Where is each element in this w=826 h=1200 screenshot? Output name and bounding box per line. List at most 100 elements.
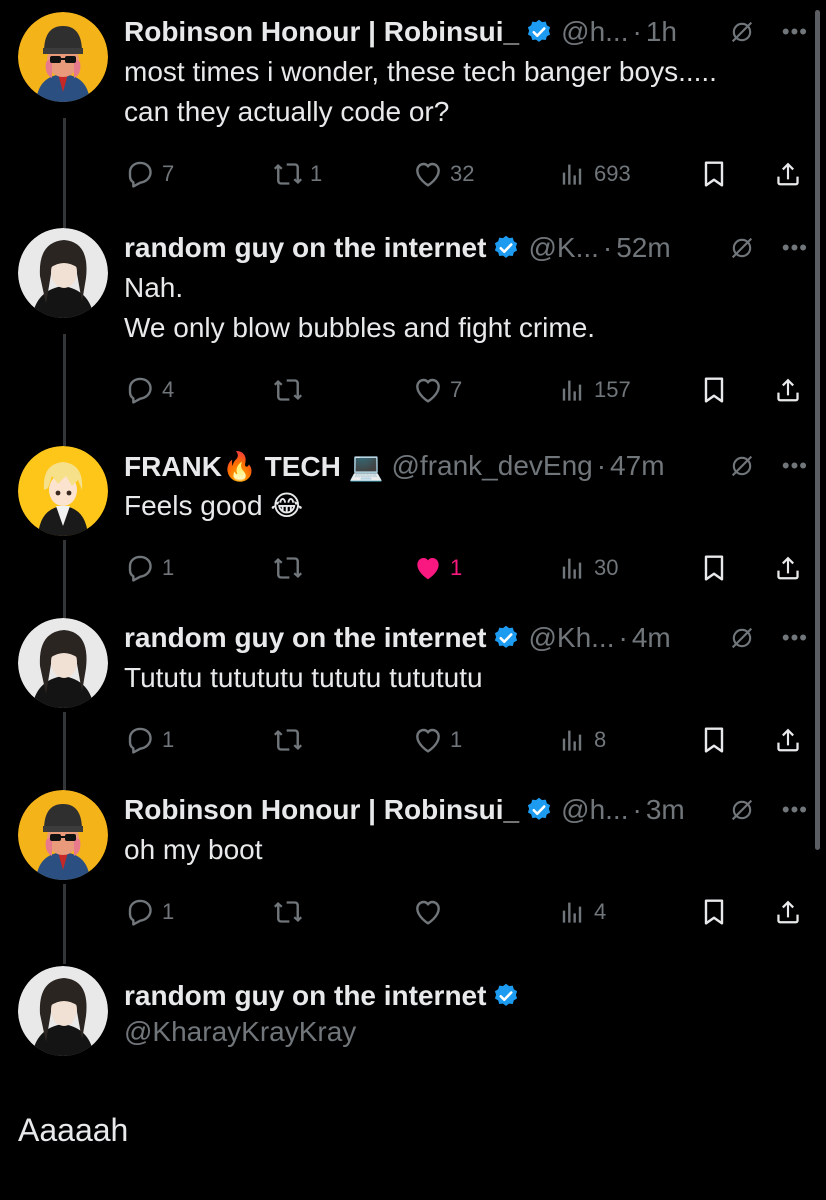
avatar[interactable]	[18, 446, 108, 536]
separator-dot: ·	[618, 622, 628, 653]
retweet-button[interactable]	[272, 374, 310, 406]
grok-icon[interactable]	[728, 234, 756, 262]
view-count: 8	[594, 727, 607, 752]
share-button[interactable]	[772, 552, 804, 584]
grok-icon[interactable]	[728, 796, 756, 824]
author-handle[interactable]: @K...	[528, 232, 598, 264]
tweet-actions: 1 1 30	[124, 548, 806, 588]
views-icon	[556, 374, 588, 406]
retweet-icon	[272, 724, 304, 756]
author-name[interactable]: random guy on the internet	[124, 980, 486, 1012]
more-options-icon[interactable]: •••	[782, 799, 808, 821]
grok-icon[interactable]	[728, 624, 756, 652]
main-tweet-text: Aaaaah	[18, 1112, 129, 1148]
bookmark-icon	[698, 552, 730, 584]
bookmark-button[interactable]	[698, 552, 730, 584]
heart-filled-icon	[412, 552, 444, 584]
avatar[interactable]	[18, 966, 108, 1056]
bookmark-button[interactable]	[698, 896, 730, 928]
verified-badge-icon	[528, 19, 551, 42]
like-button[interactable]: 32	[412, 158, 474, 190]
avatar[interactable]	[18, 12, 108, 102]
bookmark-button[interactable]	[698, 724, 730, 756]
reply-button[interactable]: 1	[124, 724, 174, 756]
bookmark-button[interactable]	[698, 158, 730, 190]
thread-line	[63, 118, 66, 228]
author-name[interactable]: random guy on the internet	[124, 622, 486, 654]
retweet-icon	[272, 896, 304, 928]
author-name[interactable]: Robinson Honour | Robinsui_	[124, 16, 519, 48]
more-options-icon[interactable]: •••	[782, 237, 808, 259]
author-name[interactable]: random guy on the internet	[124, 232, 486, 264]
retweet-icon	[272, 552, 304, 584]
bookmark-icon	[698, 158, 730, 190]
share-icon	[772, 896, 804, 928]
reply-count: 7	[162, 161, 175, 186]
like-button[interactable]: 1	[412, 552, 462, 584]
share-button[interactable]	[772, 896, 804, 928]
avatar[interactable]	[18, 228, 108, 318]
like-button[interactable]	[412, 896, 450, 928]
reply-button[interactable]: 1	[124, 552, 174, 584]
view-count: 693	[594, 161, 631, 186]
reply-icon	[124, 896, 156, 928]
views-button[interactable]: 8	[556, 724, 606, 756]
views-icon	[556, 724, 588, 756]
thread-line	[63, 884, 66, 964]
like-button[interactable]: 7	[412, 374, 462, 406]
views-button[interactable]: 4	[556, 896, 606, 928]
retweet-button[interactable]	[272, 896, 310, 928]
scrollbar[interactable]	[815, 10, 820, 850]
reply-button[interactable]: 7	[124, 158, 174, 190]
views-button[interactable]: 693	[556, 158, 631, 190]
more-options-icon[interactable]: •••	[782, 455, 808, 477]
verified-badge-icon	[528, 797, 551, 820]
author-name[interactable]: Robinson Honour | Robinsui_	[124, 794, 519, 826]
author-handle[interactable]: @KharayKrayKray	[124, 1016, 808, 1048]
separator-dot: ·	[632, 794, 642, 825]
retweet-count: 1	[310, 161, 323, 186]
views-button[interactable]: 157	[556, 374, 631, 406]
bookmark-button[interactable]	[698, 374, 730, 406]
heart-icon	[412, 374, 444, 406]
more-options-icon[interactable]: •••	[782, 21, 808, 43]
views-icon	[556, 896, 588, 928]
reply-button[interactable]: 1	[124, 896, 174, 928]
share-button[interactable]	[772, 724, 804, 756]
thread-line	[63, 334, 66, 446]
like-button[interactable]: 1	[412, 724, 462, 756]
reply-button[interactable]: 4	[124, 374, 174, 406]
author-handle[interactable]: @frank_devEng	[392, 450, 593, 482]
heart-icon	[412, 724, 444, 756]
tweet-text-line: Nah.	[124, 272, 184, 303]
separator-dot: ·	[632, 16, 642, 47]
timestamp[interactable]: 1h	[646, 16, 677, 48]
avatar[interactable]	[18, 790, 108, 880]
views-icon	[556, 552, 588, 584]
author-handle[interactable]: @h...	[561, 16, 628, 48]
author-name[interactable]: FRANK🔥 TECH 💻	[124, 450, 384, 483]
grok-icon[interactable]	[728, 452, 756, 480]
author-handle[interactable]: @h...	[561, 794, 628, 826]
share-button[interactable]	[772, 374, 804, 406]
avatar[interactable]	[18, 618, 108, 708]
more-options-icon[interactable]: •••	[782, 627, 808, 649]
retweet-button[interactable]	[272, 552, 310, 584]
thread-line	[63, 540, 66, 620]
timestamp[interactable]: 52m	[616, 232, 670, 264]
retweet-button[interactable]: 1	[272, 158, 322, 190]
tweet-text-line: oh my boot	[124, 834, 263, 865]
share-button[interactable]	[772, 158, 804, 190]
grok-icon[interactable]	[728, 18, 756, 46]
timestamp[interactable]: 4m	[632, 622, 671, 654]
reply-icon	[124, 724, 156, 756]
author-handle[interactable]: @Kh...	[528, 622, 614, 654]
view-count: 4	[594, 899, 607, 924]
timestamp[interactable]: 3m	[646, 794, 685, 826]
retweet-icon	[272, 158, 304, 190]
separator-dot: ·	[596, 450, 607, 481]
retweet-button[interactable]	[272, 724, 310, 756]
views-button[interactable]: 30	[556, 552, 618, 584]
timestamp[interactable]: 47m	[610, 450, 664, 482]
share-icon	[772, 552, 804, 584]
